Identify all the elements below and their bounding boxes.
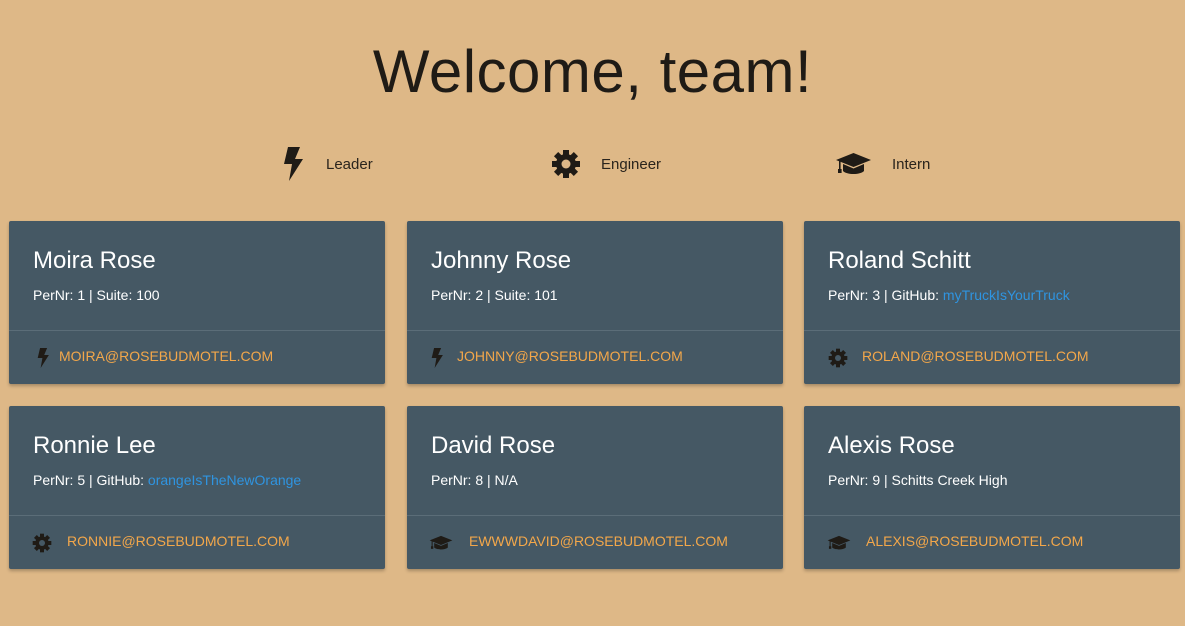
member-name: Johnny Rose	[431, 247, 572, 274]
gear-icon	[551, 149, 581, 179]
team-member-card: Johnny Rose PerNr: 2 | Suite: 101 JOHNNY…	[407, 221, 783, 384]
member-meta: PerNr: 1 | Suite: 100	[33, 287, 160, 303]
gear-icon	[826, 346, 850, 370]
member-pernr: PerNr: 2	[431, 287, 484, 303]
member-name: Roland Schitt	[828, 247, 971, 274]
bolt-icon	[31, 346, 55, 370]
member-detail: Suite: 100	[96, 287, 160, 303]
member-detail: Suite: 101	[494, 287, 558, 303]
team-member-card: Alexis Rose PerNr: 9 | Schitts Creek Hig…	[804, 406, 1180, 569]
member-pernr: PerNr: 8	[431, 472, 484, 488]
team-member-card: David Rose PerNr: 8 | N/A EWWWDAVID@ROSE…	[407, 406, 783, 569]
member-email-link[interactable]: JOHNNY@ROSEBUDMOTEL.COM	[457, 348, 683, 364]
gear-icon	[30, 531, 54, 555]
member-email-link[interactable]: MOIRA@ROSEBUDMOTEL.COM	[59, 348, 273, 364]
member-detail: GitHub:	[891, 287, 943, 303]
member-detail: GitHub:	[96, 472, 148, 488]
legend-item-engineer: Engineer	[551, 142, 661, 186]
member-email-link[interactable]: EWWWDAVID@ROSEBUDMOTEL.COM	[469, 533, 728, 549]
member-pernr: PerNr: 9	[828, 472, 881, 488]
member-meta: PerNr: 2 | Suite: 101	[431, 287, 558, 303]
page-title: Welcome, team!	[372, 38, 813, 105]
graduation-cap-icon	[835, 151, 872, 177]
member-meta: PerNr: 5 | GitHub: orangeIsTheNewOrange	[33, 472, 302, 488]
member-meta: PerNr: 9 | Schitts Creek High	[828, 472, 1008, 488]
member-meta: PerNr: 3 | GitHub: myTruckIsYourTruck	[828, 287, 1070, 303]
team-member-card: Roland Schitt PerNr: 3 | GitHub: myTruck…	[804, 221, 1180, 384]
member-name: Moira Rose	[33, 247, 156, 274]
member-pernr: PerNr: 5	[33, 472, 86, 488]
legend-label-engineer: Engineer	[601, 155, 662, 173]
member-pernr: PerNr: 1	[33, 287, 86, 303]
legend-label-leader: Leader	[326, 155, 373, 173]
member-detail: N/A	[494, 472, 518, 488]
member-email-link[interactable]: ALEXIS@ROSEBUDMOTEL.COM	[866, 533, 1083, 549]
legend-item-leader: Leader	[282, 142, 373, 186]
github-link[interactable]: myTruckIsYourTruck	[943, 287, 1070, 303]
member-detail: Schitts Creek High	[891, 472, 1008, 488]
member-meta: PerNr: 8 | N/A	[431, 472, 518, 488]
graduation-cap-icon	[429, 531, 453, 555]
legend-item-intern: Intern	[835, 142, 930, 186]
member-name: Ronnie Lee	[33, 432, 156, 459]
member-email-link[interactable]: RONNIE@ROSEBUDMOTEL.COM	[67, 533, 290, 549]
member-pernr: PerNr: 3	[828, 287, 881, 303]
graduation-cap-icon	[827, 531, 851, 555]
bolt-icon	[282, 147, 304, 181]
legend-label-intern: Intern	[892, 155, 931, 173]
member-email-link[interactable]: ROLAND@ROSEBUDMOTEL.COM	[862, 348, 1089, 364]
github-link[interactable]: orangeIsTheNewOrange	[148, 472, 301, 488]
team-member-card: Ronnie Lee PerNr: 5 | GitHub: orangeIsTh…	[9, 406, 385, 569]
bolt-icon	[425, 346, 449, 370]
team-member-card: Moira Rose PerNr: 1 | Suite: 100 MOIRA@R…	[9, 221, 385, 384]
role-legend: Leader Engineer Intern	[0, 142, 1185, 186]
member-name: Alexis Rose	[828, 432, 955, 459]
member-name: David Rose	[431, 432, 556, 459]
